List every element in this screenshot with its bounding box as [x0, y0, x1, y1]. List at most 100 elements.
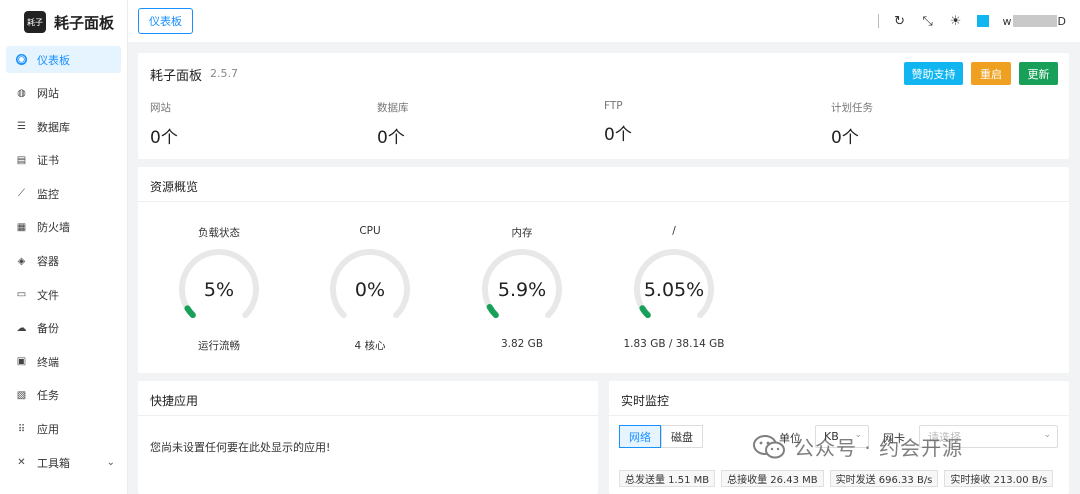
- monitor-tabs: 网络 磁盘: [619, 425, 703, 448]
- monitor-chart-icon: ⟋: [18, 188, 25, 200]
- quick-apps-title: 快捷应用: [150, 394, 199, 408]
- database-icon: ☰: [17, 121, 26, 133]
- sponsor-button[interactable]: 赞助支持: [904, 62, 963, 85]
- gauge-fill: [639, 305, 651, 319]
- username-suffix: D: [1057, 14, 1066, 28]
- sidebar-item-2[interactable]: ☰ 数据库: [6, 113, 121, 140]
- stat-value: 0个: [377, 128, 405, 148]
- dashboard-icon: ◉: [16, 54, 27, 65]
- stat-total-sent: 总发送量 1.51 MB: [619, 470, 716, 487]
- gauge-fill: [486, 303, 499, 319]
- tab-disk[interactable]: 磁盘: [661, 425, 703, 448]
- quick-apps-empty: 您尚未设置任何要在此处显示的应用!: [150, 441, 331, 454]
- sidebar-item-label: 终端: [37, 355, 59, 369]
- gauge-disk[interactable]: / 5.05% 1.83 GB / 38.14 GB: [619, 225, 729, 350]
- user-menu[interactable]: w D: [1003, 15, 1066, 28]
- sidebar-item-7[interactable]: ▭ 文件: [6, 281, 121, 308]
- gauge-cpu[interactable]: CPU 0% 4 核心: [315, 225, 425, 353]
- sidebar-item-label: 防火墙: [37, 221, 70, 235]
- container-icon: ◈: [17, 255, 26, 267]
- sidebar-item-label: 容器: [37, 255, 59, 269]
- stat-ftp[interactable]: FTP 0个: [604, 100, 632, 145]
- sidebar-item-label: 文件: [37, 288, 59, 302]
- update-button[interactable]: 更新: [1019, 62, 1058, 85]
- task-icon: ▧: [16, 389, 27, 401]
- restart-button[interactable]: 重启: [971, 62, 1011, 85]
- sidebar-item-11[interactable]: ⠿ 应用: [6, 416, 121, 443]
- sidebar-item-4[interactable]: ⟋ 监控: [6, 180, 121, 207]
- nic-placeholder: 请选择: [928, 430, 961, 444]
- sidebar: 耗子 耗子面板 ◉ 仪表板 ◍ 网站 ☰ 数据库 ▤ 证书 ⟋ 监控 ▦ 防火墙 ◈ 容器 ▭ 文件 ☁ 备份 ▣ 终…: [0, 0, 128, 494]
- divider: [609, 415, 1069, 416]
- gauge-label: 负载状态: [198, 227, 240, 239]
- sidebar-item-label: 证书: [37, 154, 59, 168]
- panel-summary-card: 耗子面板 2.5.7 赞助支持 重启 更新 网站 0个 数据库 0个 FTP 0…: [138, 53, 1069, 159]
- sidebar-item-10[interactable]: ▧ 任务: [6, 382, 121, 409]
- stat-label: 数据库: [377, 102, 409, 114]
- sidebar-item-5[interactable]: ▦ 防火墙: [6, 214, 121, 241]
- gauge-label: /: [672, 225, 676, 237]
- gauge-label: 内存: [511, 227, 533, 239]
- gauge-ring: 5%: [179, 249, 259, 319]
- gauge-ring: 5.9%: [482, 249, 562, 319]
- stat-cron[interactable]: 计划任务 0个: [831, 100, 873, 148]
- gauge-ring: 5.05%: [634, 249, 714, 319]
- stat-realtime-sent: 实时发送 696.33 B/s: [829, 470, 939, 487]
- refresh-icon[interactable]: ↻: [893, 14, 907, 29]
- nic-label: 网卡: [883, 432, 905, 445]
- sidebar-item-0[interactable]: ◉ 仪表板: [6, 46, 121, 73]
- tab-dashboard[interactable]: 仪表板: [138, 8, 193, 34]
- fullscreen-icon[interactable]: ⤡: [921, 14, 935, 29]
- terminal-icon: ▣: [16, 356, 27, 368]
- sidebar-item-8[interactable]: ☁ 备份: [6, 315, 121, 342]
- sidebar-item-12[interactable]: ✕ 工具箱 ⌄: [6, 449, 121, 476]
- brand[interactable]: 耗子 耗子面板: [0, 0, 127, 44]
- sidebar-item-3[interactable]: ▤ 证书: [6, 147, 121, 174]
- traffic-stats: 总发送量 1.51 MB 总接收量 26.43 MB 实时发送 696.33 B…: [619, 470, 1054, 487]
- nic-select[interactable]: 请选择 ⌄: [919, 425, 1058, 448]
- gauge-value: 5.05%: [644, 279, 704, 301]
- sidebar-item-9[interactable]: ▣ 终端: [6, 348, 121, 375]
- stat-label: 计划任务: [831, 102, 873, 114]
- realtime-monitor-card: 实时监控 网络 磁盘 单位 KB ⌄ 网卡 请选择 ⌄ 总发送量 1.51 MB…: [609, 381, 1069, 494]
- stat-total-received: 总接收量 26.43 MB: [721, 470, 824, 487]
- divider: [138, 201, 1069, 202]
- topbar-actions: ↻ ⤡ ☀ w D: [877, 0, 1066, 42]
- stat-websites[interactable]: 网站 0个: [150, 100, 178, 148]
- tab-network[interactable]: 网络: [619, 425, 661, 448]
- stat-databases[interactable]: 数据库 0个: [377, 100, 409, 148]
- certificate-icon: ▤: [16, 154, 27, 166]
- gauge-fill: [184, 305, 196, 319]
- username-redaction: [1012, 15, 1057, 27]
- gauge-value: 0%: [355, 279, 385, 301]
- sidebar-item-label: 备份: [37, 322, 59, 336]
- toolbox-icon: ✕: [17, 457, 26, 469]
- stat-value: 0个: [150, 128, 178, 148]
- stat-value: 0个: [604, 125, 632, 145]
- resource-overview-card: 资源概览 负载状态 5% 运行流畅 CPU 0% 4 核心 内存 5.9% 3.…: [138, 167, 1069, 373]
- gauge-ring: 0%: [330, 249, 410, 319]
- sidebar-item-label: 仪表板: [37, 53, 70, 67]
- divider: [877, 14, 879, 28]
- unit-label: 单位: [779, 432, 801, 445]
- stat-label: 网站: [150, 102, 171, 114]
- stat-label: FTP: [604, 100, 623, 112]
- folder-icon: ▭: [16, 289, 27, 301]
- sidebar-item-label: 应用: [37, 423, 59, 437]
- sidebar-item-label: 任务: [37, 389, 59, 403]
- gauge-label: CPU: [359, 225, 381, 237]
- username-prefix: w: [1002, 14, 1012, 28]
- theme-sun-icon[interactable]: ☀: [949, 14, 963, 29]
- sidebar-item-label: 网站: [37, 87, 59, 101]
- gauge-load[interactable]: 负载状态 5% 运行流畅: [164, 225, 274, 353]
- panel-title: 耗子面板: [150, 69, 203, 84]
- unit-select[interactable]: KB ⌄: [815, 425, 869, 448]
- gauge-sub: 3.82 GB: [500, 338, 544, 350]
- avatar[interactable]: [976, 15, 989, 27]
- sidebar-nav: ◉ 仪表板 ◍ 网站 ☰ 数据库 ▤ 证书 ⟋ 监控 ▦ 防火墙 ◈ 容器 ▭ 文件 ☁ 备份 ▣ 终端 ▧ 任务 ⠿ 应用 ✕…: [0, 44, 127, 485]
- sidebar-item-label: 监控: [37, 187, 59, 201]
- sidebar-item-1[interactable]: ◍ 网站: [6, 80, 121, 107]
- gauge-sub: 1.83 GB / 38.14 GB: [623, 338, 725, 350]
- sidebar-item-6[interactable]: ◈ 容器: [6, 248, 121, 275]
- gauge-memory[interactable]: 内存 5.9% 3.82 GB: [467, 225, 577, 350]
